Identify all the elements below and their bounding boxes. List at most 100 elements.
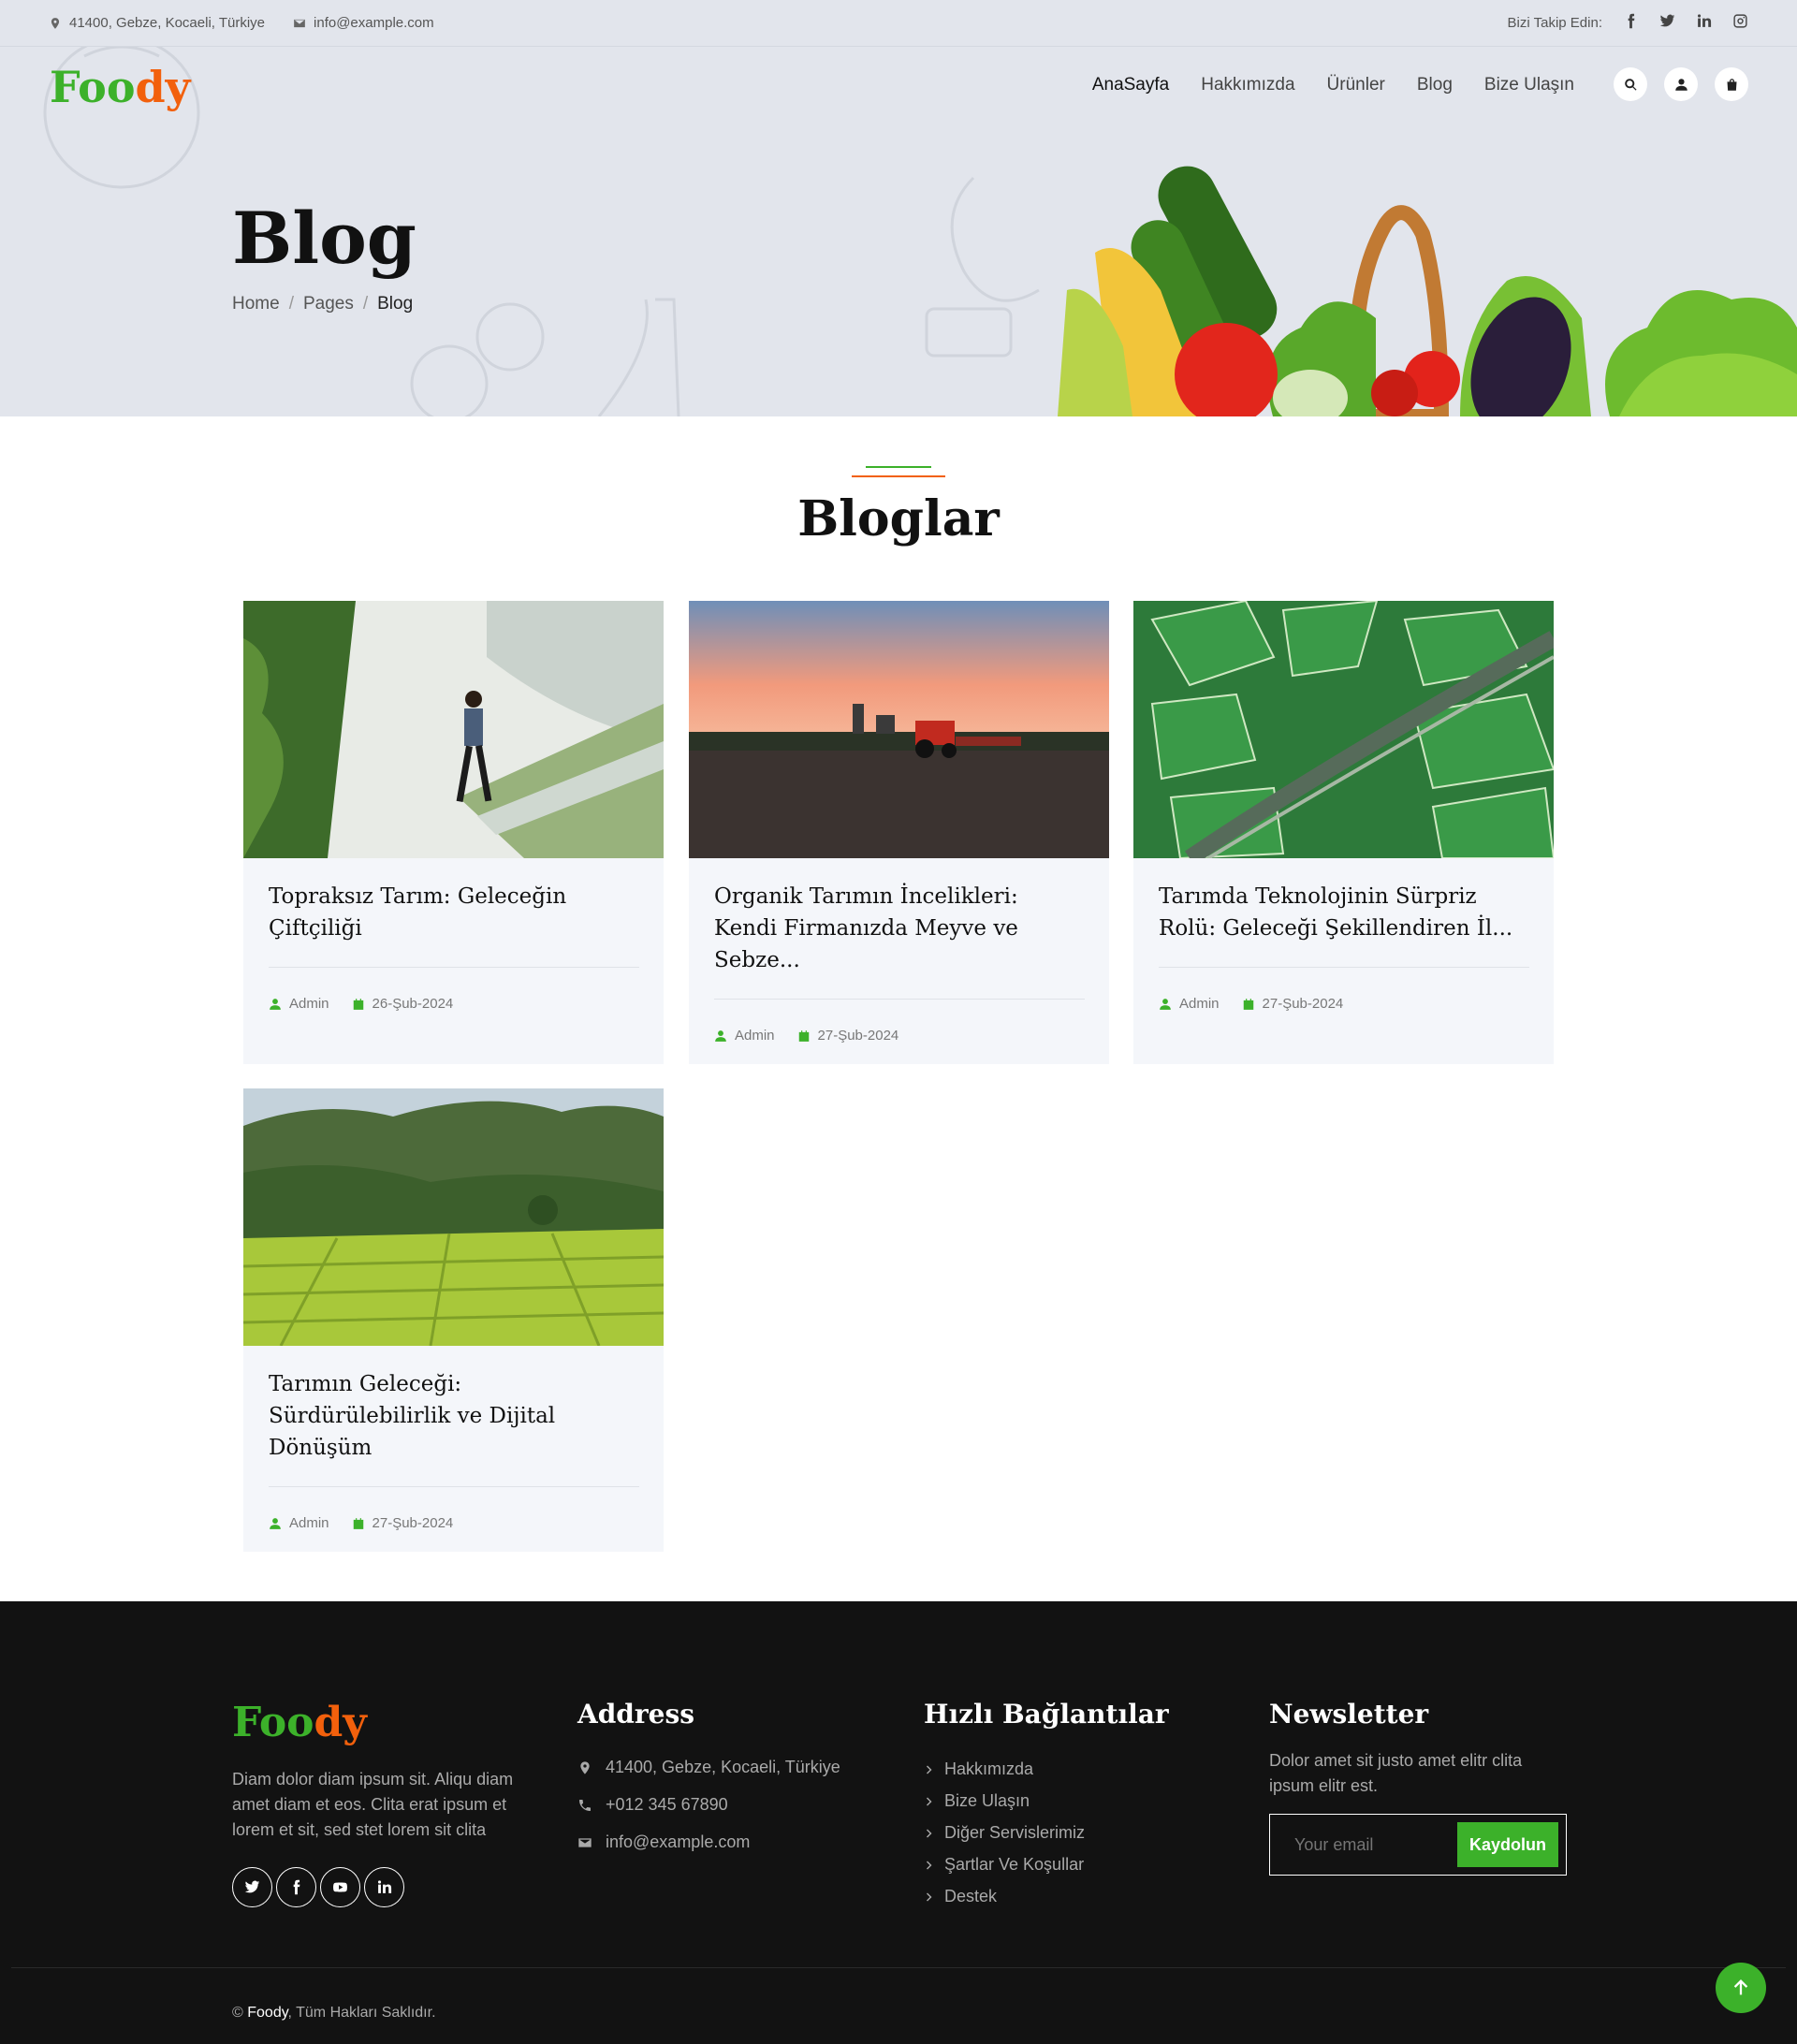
footer-link-diger-servisler[interactable]: Diğer Servislerimiz bbox=[924, 1823, 1223, 1843]
post-date: 27-Şub-2024 bbox=[797, 1028, 899, 1044]
calendar-icon bbox=[353, 998, 363, 1010]
chevron-right-icon bbox=[927, 1861, 932, 1869]
topbar-address: 41400, Gebze, Kocaeli, Türkiye bbox=[49, 15, 265, 31]
nav-urunler[interactable]: Ürünler bbox=[1327, 75, 1385, 95]
nav-bize-ulasin[interactable]: Bize Ulaşın bbox=[1484, 75, 1574, 95]
instagram-icon bbox=[1733, 14, 1747, 28]
map-marker-icon bbox=[51, 17, 60, 29]
footer-logo[interactable]: Foody bbox=[232, 1699, 541, 1746]
user-icon bbox=[1674, 78, 1687, 91]
blog-card-title[interactable]: Tarımın Geleceği: Sürdürülebilirlik ve D… bbox=[243, 1346, 664, 1464]
nav-hakkimizda[interactable]: Hakkımızda bbox=[1201, 75, 1294, 95]
instagram-link[interactable] bbox=[1732, 13, 1748, 33]
footer-linkedin-button[interactable] bbox=[364, 1867, 404, 1907]
footer-email[interactable]: info@example.com bbox=[577, 1832, 877, 1852]
post-author: Admin bbox=[714, 1028, 775, 1044]
section-divider-green bbox=[866, 466, 931, 468]
post-date-text: 27-Şub-2024 bbox=[1262, 996, 1344, 1012]
calendar-icon bbox=[1243, 998, 1253, 1010]
post-date: 26-Şub-2024 bbox=[352, 996, 453, 1012]
blog-card-image[interactable] bbox=[243, 1088, 664, 1346]
blog-card[interactable]: Topraksız Tarım: Geleceğin Çiftçiliği Ad… bbox=[243, 601, 664, 1064]
facebook-icon bbox=[1628, 13, 1635, 29]
footer-phone-text: +012 345 67890 bbox=[606, 1795, 728, 1814]
youtube-icon bbox=[333, 1882, 347, 1892]
footer-address: 41400, Gebze, Kocaeli, Türkiye bbox=[577, 1758, 877, 1777]
twitter-link[interactable] bbox=[1659, 13, 1675, 33]
search-button[interactable] bbox=[1614, 67, 1647, 101]
blog-card[interactable]: Organik Tarımın İncelikleri: Kendi Firma… bbox=[689, 601, 1109, 1064]
top-bar: 41400, Gebze, Kocaeli, Türkiye info@exam… bbox=[0, 0, 1797, 47]
subscribe-button[interactable]: Kaydolun bbox=[1457, 1822, 1558, 1867]
breadcrumb: Home / Pages / Blog bbox=[232, 294, 413, 314]
back-to-top-button[interactable] bbox=[1716, 1963, 1766, 2013]
copyright-symbol: © bbox=[232, 2005, 243, 2021]
blog-card-image[interactable] bbox=[1133, 601, 1554, 858]
facebook-link[interactable] bbox=[1623, 13, 1639, 33]
section-title: Bloglar bbox=[797, 490, 1000, 548]
footer-link-label: Şartlar Ve Koşullar bbox=[944, 1855, 1085, 1874]
calendar-icon bbox=[353, 1517, 363, 1529]
footer-link-label: Bize Ulaşın bbox=[944, 1791, 1030, 1810]
breadcrumb-separator: / bbox=[288, 294, 294, 314]
newsletter-form: Kaydolun bbox=[1269, 1814, 1567, 1876]
section-divider-orange bbox=[852, 475, 945, 477]
post-author: Admin bbox=[269, 1515, 329, 1531]
nav-anasayfa[interactable]: AnaSayfa bbox=[1092, 75, 1169, 95]
footer-link-sartlar[interactable]: Şartlar Ve Koşullar bbox=[924, 1855, 1223, 1875]
shopping-bag-icon bbox=[1727, 78, 1736, 91]
chevron-right-icon bbox=[927, 1892, 932, 1901]
newsletter-email-input[interactable] bbox=[1294, 1834, 1454, 1855]
phone-icon bbox=[579, 1799, 591, 1811]
post-author-text: Admin bbox=[1179, 996, 1220, 1012]
linkedin-icon bbox=[377, 1880, 392, 1893]
linkedin-link[interactable] bbox=[1696, 13, 1712, 33]
post-author-text: Admin bbox=[289, 996, 329, 1012]
footer-email-text: info@example.com bbox=[606, 1832, 751, 1851]
blog-card-image[interactable] bbox=[243, 601, 664, 858]
newsletter-text: Dolor amet sit justo amet elitr clita ip… bbox=[1269, 1751, 1523, 1795]
twitter-icon bbox=[1659, 14, 1675, 27]
twitter-icon bbox=[244, 1880, 260, 1893]
blog-card-title[interactable]: Topraksız Tarım: Geleceğin Çiftçiliği bbox=[243, 858, 664, 944]
user-icon bbox=[270, 998, 281, 1010]
blog-card-title[interactable]: Organik Tarımın İncelikleri: Kendi Firma… bbox=[689, 858, 1109, 976]
blog-card[interactable]: Tarımın Geleceği: Sürdürülebilirlik ve D… bbox=[243, 1088, 664, 1552]
user-icon bbox=[270, 1517, 281, 1529]
footer-link-hakkimizda[interactable]: Hakkımızda bbox=[924, 1759, 1223, 1779]
footer-link-destek[interactable]: Destek bbox=[924, 1887, 1223, 1906]
account-button[interactable] bbox=[1664, 67, 1698, 101]
breadcrumb-home[interactable]: Home bbox=[232, 294, 280, 314]
footer-facebook-button[interactable] bbox=[276, 1867, 316, 1907]
footer-twitter-button[interactable] bbox=[232, 1867, 272, 1907]
chevron-right-icon bbox=[927, 1829, 932, 1837]
calendar-icon bbox=[798, 1029, 809, 1042]
chevron-right-icon bbox=[927, 1797, 932, 1805]
main-nav: AnaSayfa Hakkımızda Ürünler Blog Bize Ul… bbox=[1092, 75, 1574, 95]
copyright: © Foody, Tüm Hakları Saklıdır. bbox=[232, 2005, 436, 2022]
site-logo[interactable]: Foody bbox=[50, 62, 190, 112]
user-icon bbox=[715, 1029, 726, 1042]
post-date-text: 27-Şub-2024 bbox=[817, 1028, 899, 1044]
envelope-icon bbox=[578, 1837, 592, 1847]
copyright-brand[interactable]: Foody bbox=[247, 2005, 287, 2021]
post-author-text: Admin bbox=[289, 1515, 329, 1531]
breadcrumb-current: Blog bbox=[377, 294, 414, 314]
footer-youtube-button[interactable] bbox=[320, 1867, 360, 1907]
footer: Foody Diam dolor diam ipsum sit. Aliqu d… bbox=[0, 1601, 1797, 2044]
logo-part-1: Foo bbox=[50, 62, 136, 112]
topbar-email[interactable]: info@example.com bbox=[293, 15, 434, 31]
blog-card-image[interactable] bbox=[689, 601, 1109, 858]
chevron-right-icon bbox=[927, 1765, 932, 1774]
footer-link-label: Hakkımızda bbox=[944, 1759, 1034, 1778]
blog-card[interactable]: Tarımda Teknolojinin Sürpriz Rolü: Gelec… bbox=[1133, 601, 1554, 1064]
breadcrumb-pages[interactable]: Pages bbox=[303, 294, 354, 314]
footer-link-label: Diğer Servislerimiz bbox=[944, 1823, 1086, 1842]
footer-link-label: Destek bbox=[944, 1887, 998, 1905]
nav-blog[interactable]: Blog bbox=[1417, 75, 1453, 95]
post-author: Admin bbox=[1159, 996, 1220, 1012]
blog-card-title[interactable]: Tarımda Teknolojinin Sürpriz Rolü: Gelec… bbox=[1133, 858, 1554, 944]
cart-button[interactable] bbox=[1715, 67, 1748, 101]
footer-link-bize-ulasin[interactable]: Bize Ulaşın bbox=[924, 1791, 1223, 1811]
hero-banner: Foody AnaSayfa Hakkımızda Ürünler Blog B… bbox=[0, 47, 1797, 416]
